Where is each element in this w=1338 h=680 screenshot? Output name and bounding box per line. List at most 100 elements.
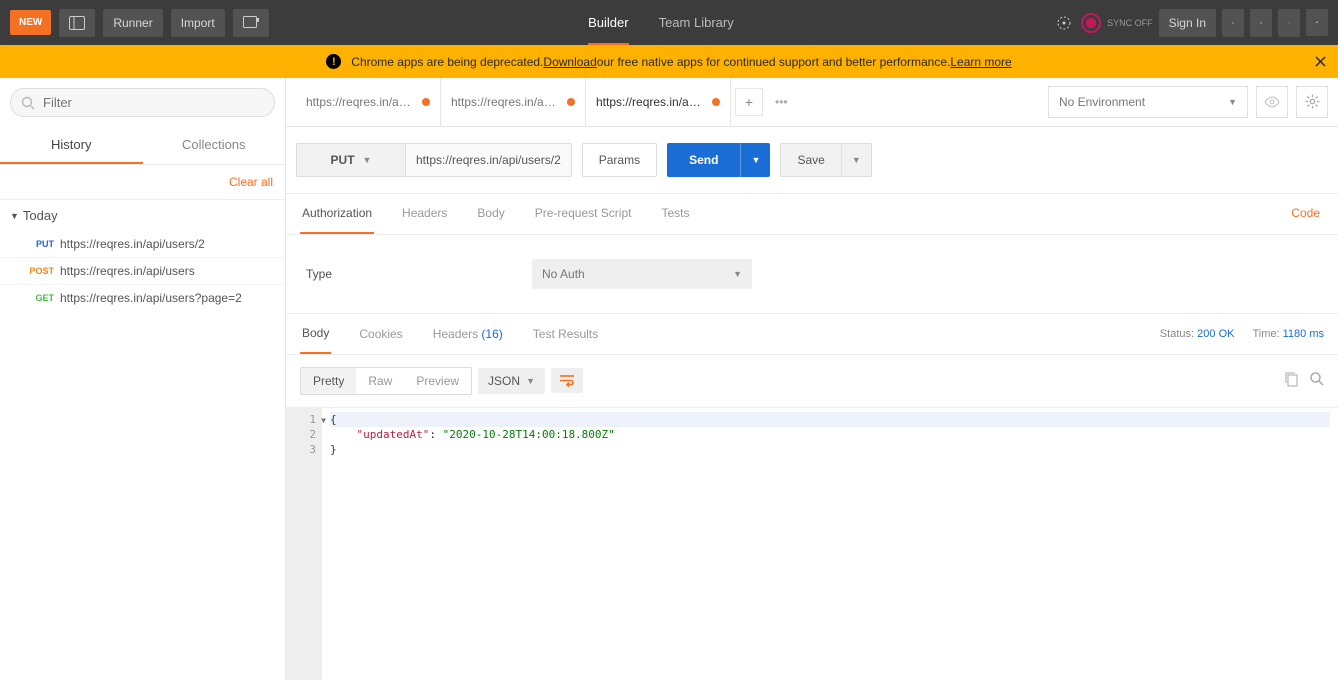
history-url: https://reqres.in/api/users?page=2 <box>60 291 242 305</box>
view-preview[interactable]: Preview <box>404 368 471 394</box>
toggle-sidebar-button[interactable] <box>59 9 95 37</box>
history-group-today[interactable]: ▼ Today <box>0 200 285 231</box>
wrap-lines-button[interactable] <box>551 368 583 393</box>
view-raw[interactable]: Raw <box>356 368 404 394</box>
history-method: PUT <box>22 239 54 249</box>
sidebar: History Collections Clear all ▼ Today PU… <box>0 78 286 680</box>
filter-box[interactable] <box>10 88 275 117</box>
topbar-right: SYNC OFF Sign In <box>1053 9 1328 37</box>
subtab-body[interactable]: Body <box>475 194 506 234</box>
subtab-tests[interactable]: Tests <box>659 194 691 234</box>
search-icon <box>1309 371 1324 386</box>
subtab-authorization[interactable]: Authorization <box>300 194 374 234</box>
history-item[interactable]: POST https://reqres.in/api/users <box>0 257 285 284</box>
new-button[interactable]: NEW <box>10 10 51 35</box>
chevron-down-icon: ▼ <box>852 155 861 165</box>
banner-text-pre: Chrome apps are being deprecated. <box>351 55 543 69</box>
code-link[interactable]: Code <box>1287 194 1324 234</box>
resp-tab-headers[interactable]: Headers (16) <box>431 315 505 353</box>
add-tab-button[interactable]: + <box>735 88 763 116</box>
eye-icon <box>1264 96 1280 108</box>
view-pretty[interactable]: Pretty <box>301 368 356 394</box>
status-label: Status: <box>1160 328 1194 340</box>
wrap-icon <box>559 374 575 387</box>
send-split-button[interactable]: ▼ <box>740 143 770 177</box>
subtab-prerequest[interactable]: Pre-request Script <box>533 194 634 234</box>
params-button[interactable]: Params <box>582 143 657 177</box>
history-method: POST <box>22 266 54 276</box>
filter-input[interactable] <box>43 95 264 110</box>
environment-selector[interactable]: No Environment ▼ <box>1048 86 1248 118</box>
clear-all-button[interactable]: Clear all <box>0 165 285 200</box>
bell-icon <box>1260 16 1262 30</box>
url-input[interactable]: https://reqres.in/api/users/2 <box>406 143 572 177</box>
sidebar-tabs: History Collections <box>0 127 285 165</box>
resp-tab-body[interactable]: Body <box>300 314 331 354</box>
content: https://reqres.in/api/u https://reqres.in… <box>286 78 1338 680</box>
favorite-button[interactable] <box>1306 9 1328 36</box>
method-value: PUT <box>331 153 355 167</box>
history-list: PUThttps://reqres.in/api/users/2 POST http… <box>0 231 285 311</box>
code-token: } <box>330 443 337 456</box>
fold-icon[interactable]: ▼ <box>321 413 326 428</box>
tab-builder[interactable]: Builder <box>588 1 628 45</box>
new-window-button[interactable] <box>233 9 269 37</box>
view-mode-segment: Pretty Raw Preview <box>300 367 472 395</box>
code-lines[interactable]: { "updatedAt": "2020-10-28T14:00:18.800Z… <box>322 408 1338 680</box>
close-icon <box>1315 56 1326 67</box>
sync-status[interactable]: SYNC OFF <box>1081 13 1153 33</box>
chevron-down-icon: ▼ <box>363 155 372 165</box>
proxy-button[interactable] <box>1222 9 1244 37</box>
auth-type-label: Type <box>306 267 332 281</box>
request-tab-label: https://reqres.in/api/u <box>451 95 561 109</box>
format-selector[interactable]: JSON ▼ <box>478 368 545 394</box>
code-token: : <box>429 428 442 441</box>
notifications-button[interactable] <box>1250 9 1272 37</box>
learn-more-link[interactable]: Learn more <box>950 55 1011 69</box>
sign-in-button[interactable]: Sign In <box>1159 9 1216 37</box>
status-value: 200 OK <box>1197 328 1234 340</box>
request-tab[interactable]: https://reqres.in/api/u <box>586 78 731 126</box>
capture-button[interactable] <box>1053 12 1075 34</box>
resp-tab-cookies[interactable]: Cookies <box>357 315 404 353</box>
chevron-down-icon: ▼ <box>526 376 535 386</box>
time-label: Time: <box>1252 328 1279 340</box>
sidebar-tab-collections[interactable]: Collections <box>143 127 286 164</box>
tab-overflow-button[interactable]: ••• <box>767 95 796 109</box>
runner-button[interactable]: Runner <box>103 9 162 37</box>
save-button[interactable]: Save <box>780 143 841 177</box>
send-button[interactable]: Send <box>667 143 740 177</box>
environment-manage-button[interactable] <box>1296 86 1328 118</box>
filter-wrap <box>0 78 285 127</box>
subtab-headers[interactable]: Headers <box>400 194 449 234</box>
format-value: JSON <box>488 374 520 388</box>
sync-label: SYNC OFF <box>1107 18 1153 28</box>
gutter-line: 2 <box>292 427 316 442</box>
request-tab[interactable]: https://reqres.in/api/u <box>296 78 441 126</box>
auth-type-selector[interactable]: No Auth ▼ <box>532 259 752 289</box>
history-item[interactable]: GEThttps://reqres.in/api/users?page=2 <box>0 284 285 311</box>
topbar: NEW Runner Import Builder Team Library S… <box>0 0 1338 45</box>
history-item[interactable]: PUThttps://reqres.in/api/users/2 <box>0 231 285 257</box>
settings-button[interactable] <box>1278 9 1300 37</box>
copy-icon <box>1284 371 1299 387</box>
download-link[interactable]: Download <box>543 55 596 69</box>
save-split-button[interactable]: ▼ <box>842 143 872 177</box>
search-response-button[interactable] <box>1309 371 1324 390</box>
response-toolbar: Pretty Raw Preview JSON ▼ <box>286 355 1338 407</box>
import-button[interactable]: Import <box>171 9 225 37</box>
request-tab[interactable]: https://reqres.in/api/u <box>441 78 586 126</box>
request-tabs-row: https://reqres.in/api/u https://reqres.in… <box>286 78 1338 127</box>
copy-button[interactable] <box>1284 371 1299 390</box>
environment-quicklook-button[interactable] <box>1256 86 1288 118</box>
panel-icon <box>69 16 85 30</box>
tab-team-library[interactable]: Team Library <box>659 1 734 45</box>
auth-panel: Type No Auth ▼ <box>286 235 1338 314</box>
sidebar-tab-history[interactable]: History <box>0 127 143 164</box>
warning-icon: ! <box>326 54 341 69</box>
method-selector[interactable]: PUT ▼ <box>296 143 406 177</box>
history-url: https://reqres.in/api/users <box>60 264 195 278</box>
dirty-indicator-icon <box>712 98 720 106</box>
resp-tab-tests[interactable]: Test Results <box>531 315 600 353</box>
close-banner-button[interactable] <box>1315 54 1326 70</box>
